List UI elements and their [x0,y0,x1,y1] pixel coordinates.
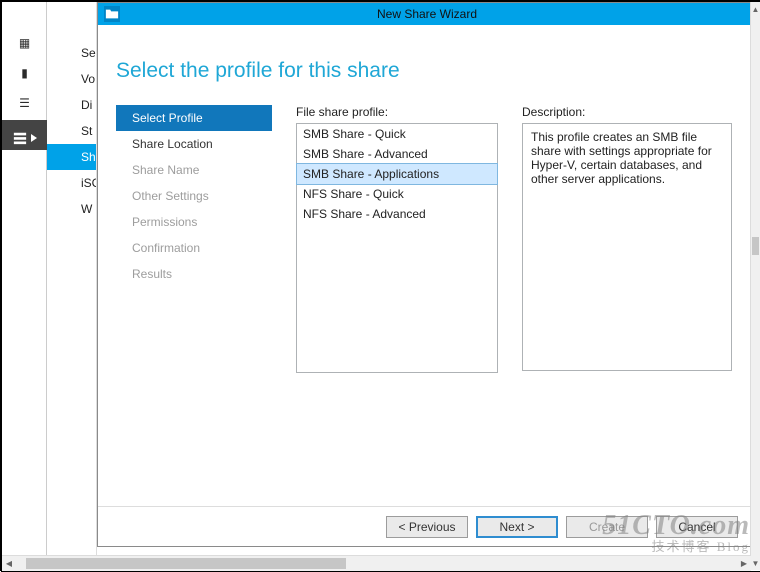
subnav-item-workfolders[interactable]: W [47,196,96,222]
subnav-item-shares[interactable]: Sh [47,144,96,170]
create-button: Create [566,516,648,538]
subnav-item-storage[interactable]: St [47,118,96,144]
all-servers-icon[interactable]: ☰ [2,90,47,120]
horizontal-scroll-track[interactable] [16,556,737,571]
file-services-icon[interactable] [2,120,47,150]
description-box: This profile creates an SMB file share w… [522,123,732,371]
step-results: Results [116,261,272,287]
wizard-steps-list: Select Profile Share Location Share Name… [116,105,272,287]
wizard-titlebar[interactable]: New Share Wizard [98,3,750,25]
subnav-item-volumes[interactable]: Vo [47,66,96,92]
file-services-subnav: Se Vo Di St Sh iSC W [47,2,97,570]
dashboard-icon[interactable]: ▦ [2,30,47,60]
cancel-button[interactable]: Cancel [656,516,738,538]
subnav-item-iscsi[interactable]: iSC [47,170,96,196]
step-other-settings: Other Settings [116,183,272,209]
wizard-footer: < Previous Next > Create Cancel [98,506,750,546]
expand-arrow-icon [31,134,37,142]
window-vertical-scrollbar[interactable]: ▲ ▼ [750,2,760,570]
scroll-right-arrow-icon[interactable]: ▶ [737,556,751,571]
subnav-item-disks[interactable]: Di [47,92,96,118]
wizard-title: New Share Wizard [104,7,750,21]
step-share-name: Share Name [116,157,272,183]
horizontal-scroll-thumb[interactable] [26,558,346,569]
scroll-left-arrow-icon[interactable]: ◀ [2,556,16,571]
window-horizontal-scrollbar[interactable]: ◀ ▶ [2,555,751,571]
server-icon[interactable]: ▮ [2,60,47,90]
scroll-down-arrow-icon[interactable]: ▼ [751,556,760,570]
profile-option-smb-applications[interactable]: SMB Share - Applications [296,163,498,185]
profile-option-nfs-quick[interactable]: NFS Share - Quick [297,184,497,204]
scroll-thumb[interactable] [752,237,759,255]
step-confirmation: Confirmation [116,235,272,261]
step-share-location[interactable]: Share Location [116,131,272,157]
profile-option-smb-quick[interactable]: SMB Share - Quick [297,124,497,144]
step-permissions: Permissions [116,209,272,235]
new-share-wizard-window: New Share Wizard Select the profile for … [97,2,751,547]
profile-option-smb-advanced[interactable]: SMB Share - Advanced [297,144,497,164]
server-manager-iconstrip: ▦ ▮ ☰ [2,2,47,570]
description-text: This profile creates an SMB file share w… [531,130,712,186]
description-label: Description: [522,105,732,119]
subnav-item-servers[interactable]: Se [47,40,96,66]
profile-list-label: File share profile: [296,105,498,119]
wizard-heading: Select the profile for this share [116,59,732,83]
step-select-profile[interactable]: Select Profile [116,105,272,131]
next-button[interactable]: Next > [476,516,558,538]
profile-listbox[interactable]: SMB Share - Quick SMB Share - Advanced S… [296,123,498,373]
profile-option-nfs-advanced[interactable]: NFS Share - Advanced [297,204,497,224]
scroll-up-arrow-icon[interactable]: ▲ [751,2,760,16]
previous-button[interactable]: < Previous [386,516,468,538]
